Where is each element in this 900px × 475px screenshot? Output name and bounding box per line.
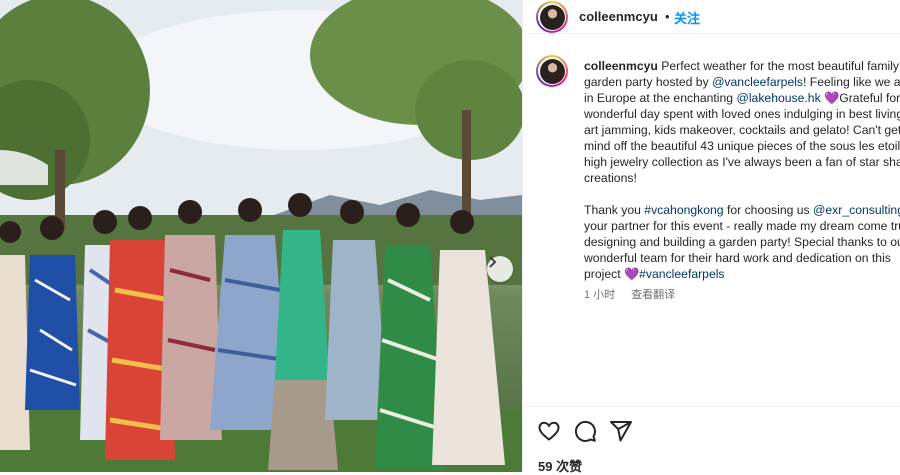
share-button[interactable] xyxy=(609,419,633,443)
purple-heart-icon: 💜 xyxy=(824,91,840,105)
heart-icon xyxy=(538,421,560,441)
post-panel: colleenmcyu • 关注 colleenmcyu Perfect wea… xyxy=(522,0,900,475)
photo-illustration xyxy=(0,0,522,472)
follow-button[interactable]: 关注 xyxy=(674,8,700,27)
header-separator: • xyxy=(665,9,670,24)
like-button[interactable] xyxy=(537,419,561,443)
comment-button[interactable] xyxy=(573,419,597,443)
next-photo-button[interactable] xyxy=(487,256,513,282)
caption-avatar[interactable] xyxy=(536,55,568,87)
caption-text: Thank you xyxy=(584,203,645,217)
caption: colleenmcyu Perfect weather for the most… xyxy=(584,58,900,292)
post-time[interactable]: 1 小时 xyxy=(584,289,615,301)
action-bar: 59 次赞 xyxy=(523,406,900,475)
hashtag-vcahongkong[interactable]: #vcahongkong xyxy=(644,203,723,217)
caption-username[interactable]: colleenmcyu xyxy=(584,59,658,73)
caption-meta: 1 小时 查看翻译 xyxy=(584,286,691,302)
share-icon xyxy=(610,421,632,442)
chevron-right-icon xyxy=(489,256,497,268)
avatar[interactable] xyxy=(536,1,568,33)
mention-exr-consulting[interactable]: @exr_consulting xyxy=(813,203,900,217)
see-translation-button[interactable]: 查看翻译 xyxy=(631,289,675,301)
post-photo[interactable] xyxy=(0,0,522,472)
like-count[interactable]: 59 次赞 xyxy=(538,456,582,475)
post-header: colleenmcyu • 关注 xyxy=(523,0,900,34)
mention-lakehouse[interactable]: @lakehouse.hk xyxy=(736,91,820,105)
purple-heart-icon: 💜 xyxy=(623,267,640,281)
comment-icon xyxy=(574,420,596,442)
mention-vancleefarpels[interactable]: @vancleefarpels xyxy=(712,75,803,89)
caption-text: for choosing us xyxy=(723,203,814,217)
caption-text: Grateful for a wonderful day spent with … xyxy=(584,91,900,185)
hashtag-vancleefarpels[interactable]: #vancleefarpels xyxy=(639,267,724,281)
header-username[interactable]: colleenmcyu xyxy=(579,9,658,24)
